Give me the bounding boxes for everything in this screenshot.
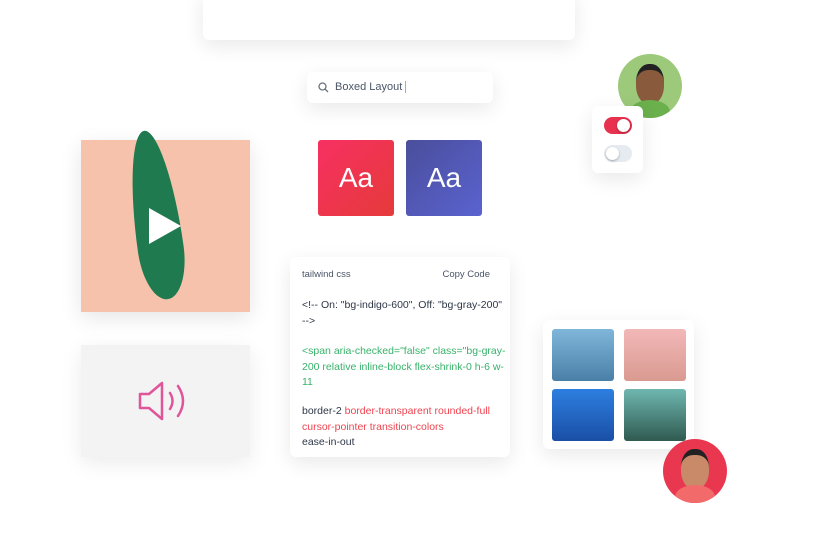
code-comment: <!-- On: "bg-indigo-600", Off: "bg-gray-… — [302, 299, 503, 327]
audio-card[interactable] — [81, 345, 250, 457]
toggle-off[interactable] — [604, 145, 632, 162]
photo-man-suit[interactable] — [552, 329, 614, 381]
photo-man-blue[interactable] — [552, 389, 614, 441]
photo-grid — [543, 320, 694, 449]
search-bar[interactable]: Boxed Layout — [307, 72, 493, 103]
code-card: tailwind css Copy Code <!-- On: "bg-indi… — [290, 257, 510, 457]
type-sample-indigo[interactable]: Aa — [406, 140, 482, 216]
code-classes: border-2 border-transparent rounded-full… — [302, 404, 507, 451]
avatar-red — [663, 439, 727, 503]
toggle-card — [592, 106, 643, 173]
code-plain-2: ease-in-out — [302, 436, 355, 448]
photo-woman-pink[interactable] — [624, 329, 686, 381]
top-card — [203, 0, 575, 40]
search-icon — [318, 82, 329, 93]
code-card-title: tailwind css — [302, 269, 351, 280]
photo-two-men[interactable] — [624, 389, 686, 441]
video-thumbnail[interactable] — [81, 127, 250, 312]
type-sample-red[interactable]: Aa — [318, 140, 394, 216]
search-input[interactable]: Boxed Layout — [335, 81, 407, 93]
speaker-icon — [138, 381, 185, 421]
code-plain: border-2 — [302, 405, 345, 417]
play-icon[interactable] — [149, 208, 181, 244]
copy-code-button[interactable]: Copy Code — [442, 269, 490, 280]
code-green: <span aria-checked="false" class="bg-gra… — [302, 345, 506, 388]
toggle-on[interactable] — [604, 117, 632, 134]
